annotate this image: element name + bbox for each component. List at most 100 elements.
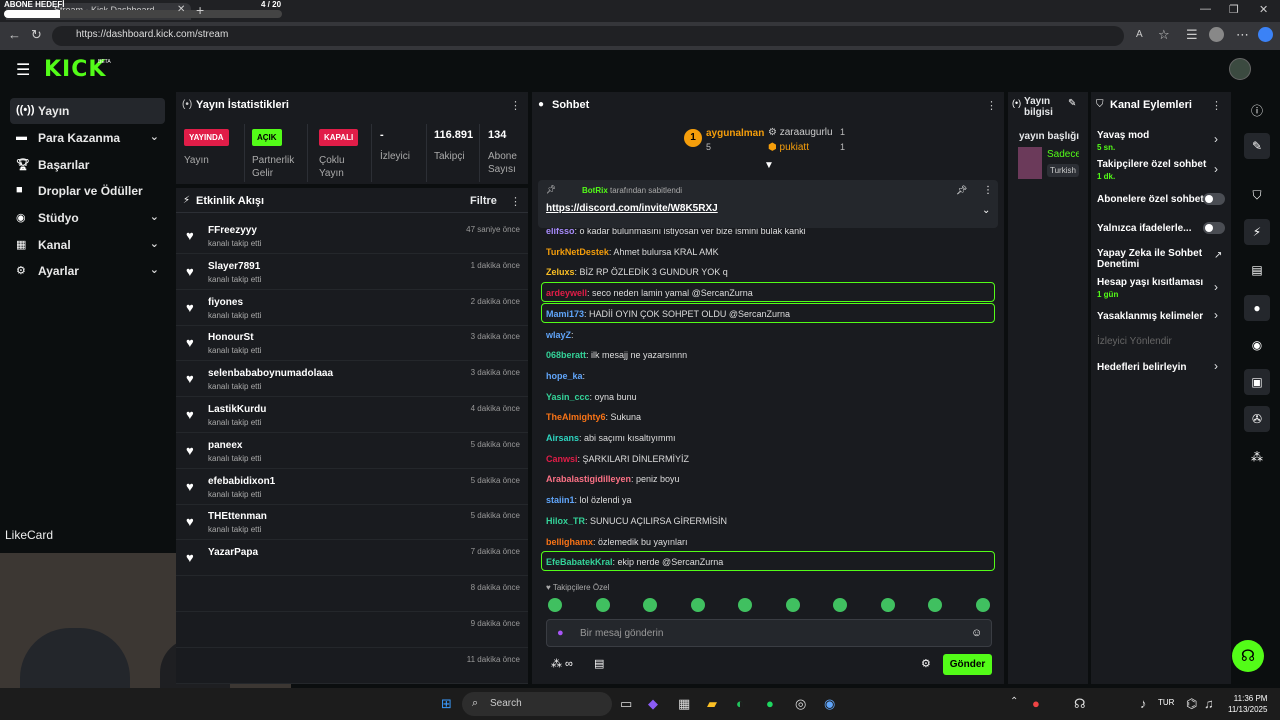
top-gifter-1-name[interactable]: aygunalman [706, 128, 764, 139]
store-app-icon[interactable]: ▦ [678, 696, 690, 712]
network-icon[interactable]: ⌬ [1186, 696, 1197, 712]
chat-message[interactable]: TurkNetDestek: Ahmet bulursa KRAL AMK [546, 247, 719, 257]
broadcast-icon[interactable]: ◉ [1244, 332, 1270, 358]
chat-message[interactable]: Mami173: HADİİ OYIN ÇOK SOHPET OLDU @Ser… [546, 309, 790, 319]
emote-icon[interactable] [548, 598, 562, 612]
goals-item[interactable]: Hedefleri belirleyin [1097, 362, 1225, 373]
taskbar-search[interactable]: Search [462, 692, 612, 716]
chat-username[interactable]: EfeBabatekKral [546, 557, 613, 567]
banned-words-item[interactable]: Yasaklanmış kelimeler [1097, 311, 1225, 322]
more-icon[interactable]: ⋯ [1236, 27, 1249, 43]
hamburger-menu-icon[interactable]: ☰ [16, 60, 30, 80]
emote-only-toggle[interactable] [1203, 222, 1225, 234]
windows-start-icon[interactable]: ⊞ [441, 696, 452, 712]
chat-username[interactable]: hope_ka [546, 371, 583, 381]
mic-tray-icon[interactable]: ♪ [1140, 696, 1147, 711]
list-item[interactable]: 9 dakika önce [176, 612, 528, 648]
chat-message[interactable]: staiin1: lol özlendi ya [546, 495, 632, 505]
sidebar-item-droplar[interactable]: ■ Droplar ve Ödüller [10, 178, 165, 204]
chat-message[interactable]: 068beratt: ilk mesajj ne yazarsınnn [546, 350, 687, 360]
close-tab-icon[interactable]: ✕ [177, 4, 185, 15]
list-item[interactable]: ♥ Slayer7891 kanalı takip etti 1 dakika önc… [176, 254, 528, 290]
task-view-icon[interactable]: ▭ [620, 696, 632, 712]
chat-message[interactable]: bellighamx: özlemedik bu yayınları [546, 537, 688, 547]
top-gifter-2-name[interactable]: ⚙ zaraaugurlu [768, 127, 833, 138]
list-item[interactable]: ♥ efebabidixon1 kanalı takip etti 5 dakika … [176, 469, 528, 505]
store-icon[interactable]: ▤ [594, 657, 604, 670]
list-item[interactable]: ♥ HonourSt kanalı takip etti 3 dakika önce [176, 325, 528, 362]
age-restriction-item[interactable]: Hesap yaşı kısıtlaması 1 gün [1097, 277, 1225, 300]
chat-username[interactable]: wlayZ [546, 330, 571, 340]
headset-tray-icon[interactable]: ☊ [1074, 696, 1086, 712]
pinned-link[interactable]: https://discord.com/invite/W8K5RXJ [546, 203, 718, 214]
list-item[interactable]: ♥ fiyones kanalı takip etti 2 dakika önce [176, 290, 528, 326]
document-icon[interactable]: ▤ [1244, 257, 1270, 283]
chat-username[interactable]: Yasin_ccc [546, 392, 590, 402]
emote-icon[interactable] [785, 598, 800, 612]
list-item[interactable]: ♥ paneex kanalı takip etti 5 dakika önce [176, 433, 528, 469]
sidebar-item-para-kazanma[interactable]: ▬ Para Kazanma ⌄ [10, 125, 165, 151]
chat-message[interactable]: EfeBabatekKral: ekip nerde @SercanZurna [546, 557, 723, 567]
volume-icon[interactable]: ♫ [1204, 696, 1214, 711]
more-vertical-icon[interactable]: ⋮ [983, 185, 993, 196]
tray-app-icon[interactable]: ● [1032, 696, 1040, 711]
emote-icon[interactable] [928, 598, 942, 612]
more-vertical-icon[interactable]: ⋮ [1211, 99, 1222, 112]
ai-moderation-item[interactable]: Yapay Zeka ile Sohbet Denetimi [1097, 248, 1207, 270]
chat-username[interactable]: staiin1 [546, 495, 575, 505]
close-window-icon[interactable]: ✕ [1259, 3, 1268, 16]
support-headset-icon[interactable]: ☊ [1232, 640, 1264, 672]
chat-input[interactable]: ● Bir mesaj gönderin ☺ [546, 619, 992, 647]
more-vertical-icon[interactable]: ⋮ [510, 195, 521, 208]
sidebar-item-ayarlar[interactable]: ⚙ Ayarlar ⌄ [10, 258, 165, 284]
obs-icon[interactable]: ◎ [795, 696, 806, 712]
file-explorer-icon[interactable]: ▰ [707, 696, 717, 712]
chat-username[interactable]: TurkNetDestek [546, 247, 609, 257]
list-item[interactable]: ♥ THEttenman kanalı takip etti 5 dakika önc… [176, 504, 528, 541]
chat-message[interactable]: Canwsi: ŞARKILARI DİNLERMİYİZ [546, 454, 689, 464]
emote-icon[interactable] [643, 598, 657, 612]
collections-icon[interactable]: ☰ [1186, 27, 1198, 43]
followers-only-item[interactable]: Takipçilere özel sohbet 1 dk. [1097, 159, 1225, 182]
list-item[interactable]: ♥ LastikKurdu kanalı takip etti 4 dakika ön… [176, 397, 528, 433]
info-circle-icon[interactable]: ⓘ [1244, 96, 1270, 122]
top-gifter-3-name[interactable]: ⬢ pukiatt [768, 142, 809, 153]
refresh-icon[interactable]: ↻ [31, 27, 42, 43]
steam-icon[interactable]: ◉ [824, 696, 835, 712]
chat-username[interactable]: Arabalastigidilleyen [546, 474, 631, 484]
subs-only-toggle[interactable] [1203, 193, 1225, 205]
chat-message[interactable]: wlayZ: [546, 330, 574, 340]
emote-icon[interactable] [738, 598, 752, 612]
chat-message[interactable]: ardeywell: seco neden lamin yamal @Serca… [546, 288, 753, 298]
chat-message[interactable]: TheAlmighty6: Sukuna [546, 412, 641, 422]
chat-username[interactable]: TheAlmighty6 [546, 412, 606, 422]
read-aloud-icon[interactable]: A [1136, 29, 1143, 40]
chat-username[interactable]: Zeluxs [546, 267, 575, 277]
wrench-icon[interactable]: ✇ [1244, 406, 1270, 432]
more-vertical-icon[interactable]: ⋮ [510, 99, 521, 112]
chat-username[interactable]: Mami173 [546, 309, 584, 319]
emote-icon[interactable] [975, 598, 990, 612]
emote-icon[interactable] [880, 598, 895, 612]
slow-mode-item[interactable]: Yavaş mod 5 sn. [1097, 130, 1225, 153]
chat-message[interactable]: Airsans: abi saçımı kısaltıyımmı [546, 433, 676, 443]
maximize-icon[interactable]: ❐ [1229, 3, 1239, 16]
chat-username[interactable]: Hilox_TR [546, 516, 585, 526]
back-icon[interactable]: ← [8, 27, 21, 42]
copilot-icon[interactable] [1258, 27, 1273, 42]
chat-settings-icon[interactable]: ⚙ [921, 657, 931, 670]
chat-icon[interactable]: ● [1244, 295, 1270, 321]
list-item[interactable]: ♥ selenbababoynumadolaaa kanalı takip etti… [176, 361, 528, 398]
layout-icon[interactable]: ▣ [1244, 369, 1270, 395]
sidebar-item-basarilar[interactable]: 🏆︎ Başarılar [10, 152, 165, 178]
edit-icon[interactable]: ✎ [1244, 133, 1270, 159]
sidebar-item-studyo[interactable]: ◉ Stüdyo ⌄ [10, 205, 165, 231]
chat-username[interactable]: ardeywell [546, 288, 587, 298]
more-vertical-icon[interactable]: ⋮ [986, 99, 997, 112]
chat-message[interactable]: Yasin_ccc: oyna bunu [546, 392, 637, 402]
emote-icon[interactable] [595, 598, 610, 612]
chat-username[interactable]: Canwsi [546, 454, 578, 464]
mic-icon[interactable]: ● [557, 627, 564, 639]
list-item[interactable]: 8 dakika önce [176, 576, 528, 612]
list-item[interactable]: 11 dakika önce [176, 648, 528, 684]
